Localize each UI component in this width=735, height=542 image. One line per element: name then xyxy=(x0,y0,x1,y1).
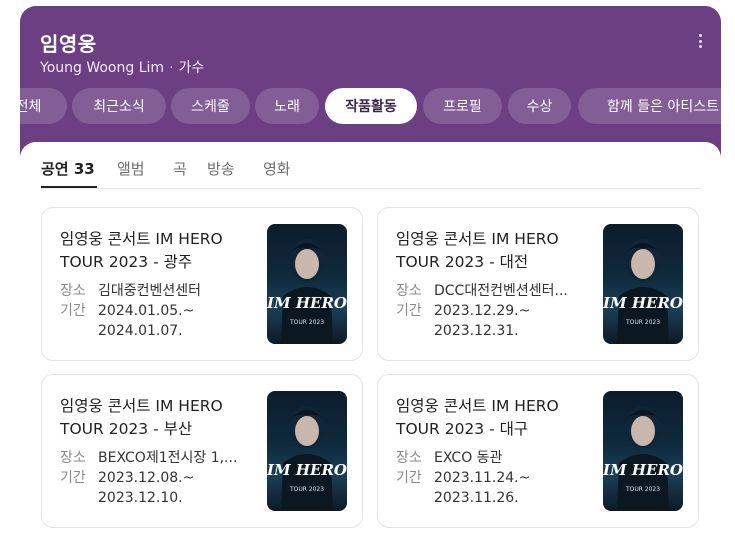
place-value: EXCO 동관 xyxy=(434,450,503,466)
concert-card[interactable]: 임영웅 콘서트 IM HERO TOUR 2023 - 광주 장소 김대중컨벤션센… xyxy=(41,207,363,361)
artist-role: 가수 xyxy=(178,60,205,76)
tab-works[interactable]: 작품활동 xyxy=(325,88,417,124)
place-value: 김대중컨벤션센터 xyxy=(98,283,202,299)
concert-title: 임영웅 콘서트 IM HERO TOUR 2023 - 부산 xyxy=(60,397,223,438)
more-vertical-icon[interactable] xyxy=(695,31,705,51)
concert-place: 장소 DCC대전컨벤션센터... xyxy=(396,281,586,301)
poster-subtext: TOUR 2023 xyxy=(625,486,660,493)
tab-schedule[interactable]: 스케줄 xyxy=(171,88,250,124)
category-tabs: 전체 최근소식 스케줄 노래 작품활동 프로필 수상 함께 들은 아티스트 xyxy=(0,88,735,124)
period-start: 2024.01.05.~ xyxy=(98,303,195,319)
subtab-broadcasts[interactable]: 방송 xyxy=(207,158,235,179)
subtab-movies[interactable]: 영화 xyxy=(263,158,291,179)
tab-awards[interactable]: 수상 xyxy=(508,88,571,124)
concert-period: 기간 2023.12.29.~ 2023.12.31. xyxy=(396,301,586,341)
concert-card[interactable]: 임영웅 콘서트 IM HERO TOUR 2023 - 부산 장소 BEXCO제1… xyxy=(41,374,363,528)
period-end: 2024.01.07. xyxy=(98,323,183,339)
tab-recent-news[interactable]: 최근소식 xyxy=(72,88,166,124)
artist-subtitle: Young Woong Lim · 가수 xyxy=(40,57,204,77)
concert-place: 장소 BEXCO제1전시장 1,... xyxy=(60,448,250,468)
concert-title: 임영웅 콘서트 IM HERO TOUR 2023 - 광주 xyxy=(60,230,223,271)
poster-subtext: TOUR 2023 xyxy=(625,319,660,326)
place-label: 장소 xyxy=(396,450,422,466)
poster-subtext: TOUR 2023 xyxy=(289,319,324,326)
period-start: 2023.11.24.~ xyxy=(434,470,531,486)
concert-title: 임영웅 콘서트 IM HERO TOUR 2023 - 대전 xyxy=(396,230,559,271)
poster-logo: IM HERO xyxy=(603,461,683,479)
artist-name: 임영웅 xyxy=(40,32,97,56)
separator-dot: · xyxy=(169,60,174,76)
period-start: 2023.12.29.~ xyxy=(434,303,531,319)
artist-english-name: Young Woong Lim xyxy=(40,60,165,76)
place-label: 장소 xyxy=(396,283,422,299)
subtabs-divider xyxy=(41,188,700,189)
tab-related-artists[interactable]: 함께 들은 아티스트 xyxy=(578,88,735,124)
period-end: 2023.11.26. xyxy=(434,490,519,506)
concert-place: 장소 EXCO 동관 xyxy=(396,448,586,468)
period-label: 기간 xyxy=(60,303,86,319)
period-label: 기간 xyxy=(396,303,422,319)
period-end: 2023.12.31. xyxy=(434,323,519,339)
concert-poster[interactable]: IM HERO TOUR 2023 xyxy=(267,224,347,344)
period-label: 기간 xyxy=(60,470,86,486)
concert-card[interactable]: 임영웅 콘서트 IM HERO TOUR 2023 - 대구 장소 EXCO 동관… xyxy=(377,374,699,528)
concert-period: 기간 2023.12.08.~ 2023.12.10. xyxy=(60,468,250,508)
tab-all[interactable]: 전체 xyxy=(0,88,67,124)
poster-logo: IM HERO xyxy=(267,461,347,479)
concert-place: 장소 김대중컨벤션센터 xyxy=(60,281,250,301)
poster-logo: IM HERO xyxy=(603,294,683,312)
subtab-tracks[interactable]: 곡 xyxy=(173,158,187,179)
period-start: 2023.12.08.~ xyxy=(98,470,195,486)
place-value: BEXCO제1전시장 1,... xyxy=(98,450,238,466)
subtab-concerts[interactable]: 공연 33 xyxy=(41,158,95,179)
tab-profile[interactable]: 프로필 xyxy=(423,88,502,124)
poster-logo: IM HERO xyxy=(267,294,347,312)
place-value: DCC대전컨벤션센터... xyxy=(434,283,568,299)
place-label: 장소 xyxy=(60,283,86,299)
works-panel: 공연 33 앨범 곡 방송 영화 임영웅 콘서트 IM HERO TOUR 20… xyxy=(20,142,721,542)
concert-period: 기간 2024.01.05.~ 2024.01.07. xyxy=(60,301,250,341)
active-subtab-indicator xyxy=(41,186,97,188)
concert-title: 임영웅 콘서트 IM HERO TOUR 2023 - 대구 xyxy=(396,397,559,438)
concert-poster[interactable]: IM HERO TOUR 2023 xyxy=(603,391,683,511)
place-label: 장소 xyxy=(60,450,86,466)
concert-poster[interactable]: IM HERO TOUR 2023 xyxy=(267,391,347,511)
concert-period: 기간 2023.11.24.~ 2023.11.26. xyxy=(396,468,586,508)
poster-subtext: TOUR 2023 xyxy=(289,486,324,493)
period-end: 2023.12.10. xyxy=(98,490,183,506)
period-label: 기간 xyxy=(396,470,422,486)
concert-card[interactable]: 임영웅 콘서트 IM HERO TOUR 2023 - 대전 장소 DCC대전컨벤… xyxy=(377,207,699,361)
concert-poster[interactable]: IM HERO TOUR 2023 xyxy=(603,224,683,344)
tab-songs[interactable]: 노래 xyxy=(255,88,319,124)
subtab-albums[interactable]: 앨범 xyxy=(117,158,145,179)
